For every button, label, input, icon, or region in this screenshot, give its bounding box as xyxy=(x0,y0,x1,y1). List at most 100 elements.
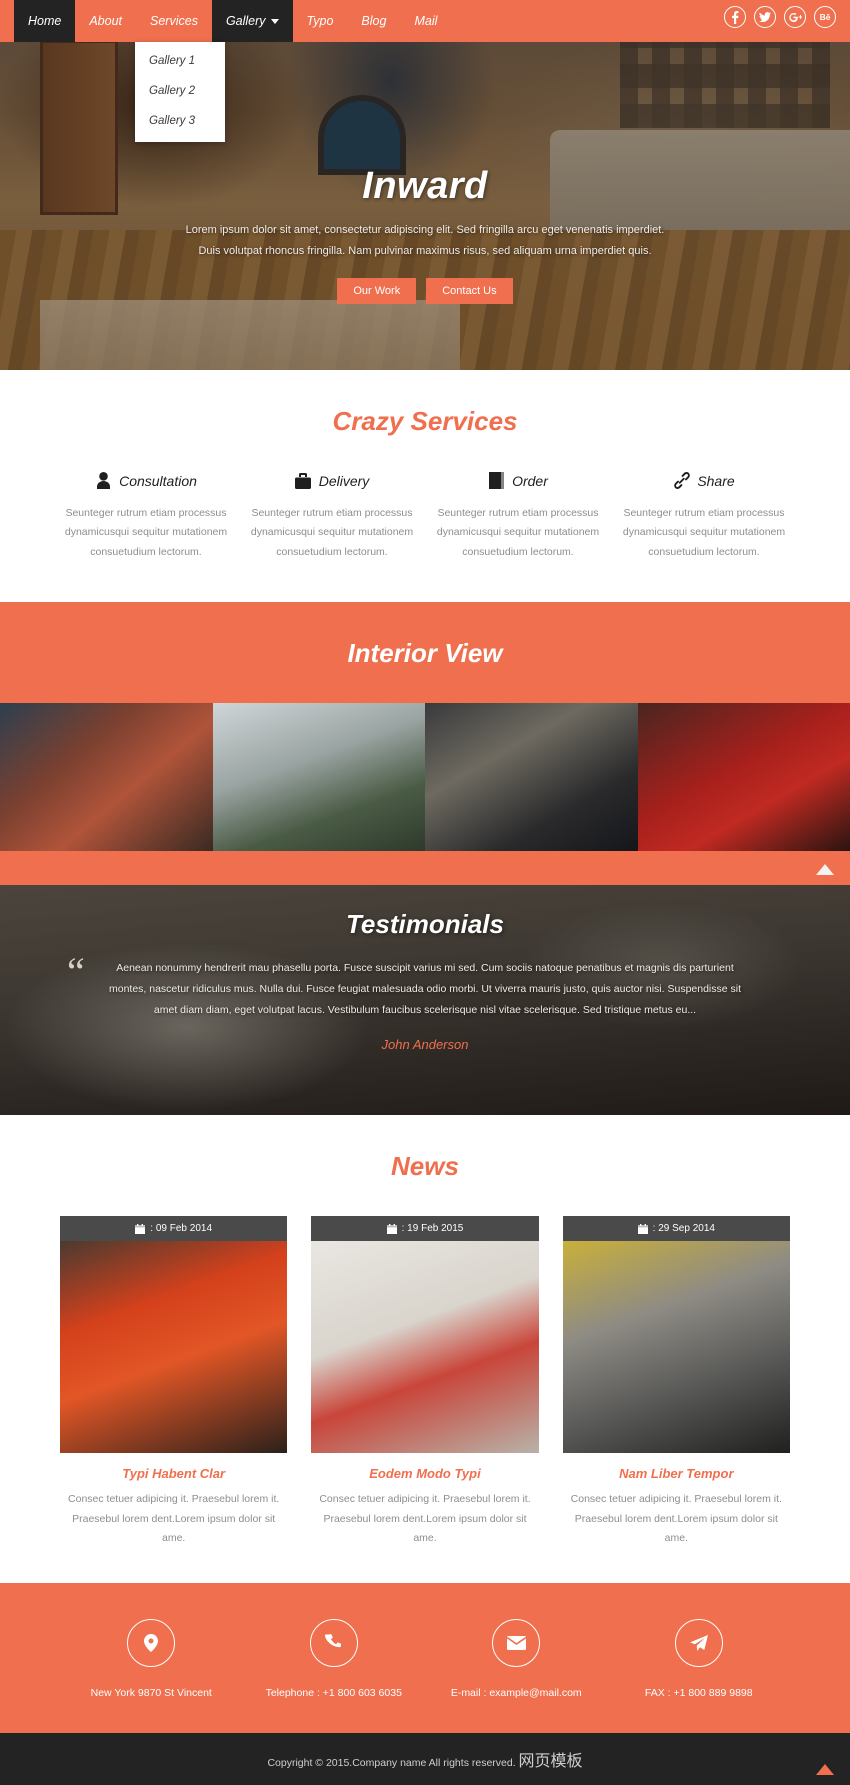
scroll-to-top-button[interactable] xyxy=(816,864,834,875)
news-card-title[interactable]: Typi Habent Clar xyxy=(60,1466,287,1481)
nav-item-home[interactable]: Home xyxy=(14,0,75,42)
nav-item-services[interactable]: Services xyxy=(136,0,212,42)
interior-gallery xyxy=(0,703,850,851)
testimonial-quote-text: Aenean nonummy hendrerit mau phasellu po… xyxy=(105,958,745,1021)
link-icon xyxy=(673,471,690,490)
hero-section: Home About Services Gallery Typo Blog xyxy=(0,0,850,370)
calendar-icon xyxy=(387,1224,397,1234)
top-navigation-bar: Home About Services Gallery Typo Blog xyxy=(0,0,850,42)
news-card: : 09 Feb 2014 Typi Habent Clar Consec te… xyxy=(60,1216,287,1548)
testimonial-quote-wrapper: “ Aenean nonummy hendrerit mau phasellu … xyxy=(105,958,745,1021)
contact-us-button[interactable]: Contact Us xyxy=(426,278,512,304)
footer-contact-address: New York 9870 St Vincent xyxy=(60,1619,243,1699)
location-pin-icon xyxy=(127,1619,175,1667)
social-links: Bē xyxy=(724,6,836,28)
news-card-list: : 09 Feb 2014 Typi Habent Clar Consec te… xyxy=(0,1216,850,1548)
interior-view-section: Interior View xyxy=(0,602,850,885)
news-card-image[interactable] xyxy=(563,1241,790,1453)
gallery-photo-1[interactable] xyxy=(0,703,213,851)
interior-view-footer-strip xyxy=(0,851,850,885)
footer-contact-email: E-mail : example@mail.com xyxy=(425,1619,608,1699)
news-card-image[interactable] xyxy=(311,1241,538,1453)
nav-item-mail[interactable]: Mail xyxy=(400,0,451,42)
services-list: Consultation Seunteger rutrum etiam proc… xyxy=(0,471,850,562)
nav-item-label: Typo xyxy=(307,14,334,28)
footer-email-text: E-mail : example@mail.com xyxy=(425,1687,608,1699)
gallery-photo-3[interactable] xyxy=(425,703,638,851)
phone-icon xyxy=(310,1619,358,1667)
nav-item-blog[interactable]: Blog xyxy=(347,0,400,42)
dropdown-item-gallery-2[interactable]: Gallery 2 xyxy=(135,76,225,106)
copyright-text: Copyright © 2015.Company name All rights… xyxy=(267,1757,518,1769)
footer-telephone-text: Telephone : +1 800 603 6035 xyxy=(243,1687,426,1699)
calendar-icon xyxy=(135,1224,145,1234)
news-card: : 29 Sep 2014 Nam Liber Tempor Consec te… xyxy=(563,1216,790,1548)
facebook-icon[interactable] xyxy=(724,6,746,28)
twitter-icon[interactable] xyxy=(754,6,776,28)
nav-item-label: Services xyxy=(150,14,198,28)
service-description: Seunteger rutrum etiam processus dynamic… xyxy=(432,504,604,562)
quote-mark-icon: “ xyxy=(67,952,85,992)
footer-contact-fax: FAX : +1 800 889 9898 xyxy=(608,1619,791,1699)
hero-buttons: Our Work Contact Us xyxy=(0,278,850,304)
hero-subtitle-line-1: Lorem ipsum dolor sit amet, consectetur … xyxy=(0,220,850,241)
paper-plane-icon xyxy=(675,1619,723,1667)
nav-item-typo[interactable]: Typo xyxy=(293,0,348,42)
interior-view-title: Interior View xyxy=(0,638,850,669)
service-header: Order xyxy=(432,471,604,490)
page-root: Home About Services Gallery Typo Blog xyxy=(0,0,850,1785)
news-card-date: : 29 Sep 2014 xyxy=(653,1223,715,1234)
main-nav: Home About Services Gallery Typo Blog xyxy=(0,0,850,42)
copyright-link[interactable]: 网页模板 xyxy=(519,1753,583,1770)
footer-contact-list: New York 9870 St Vincent Telephone : +1 … xyxy=(0,1619,850,1699)
news-card-text: Consec tetuer adipicing it. Praesebul lo… xyxy=(563,1490,790,1548)
copyright-bar: Copyright © 2015.Company name All rights… xyxy=(0,1733,850,1785)
testimonials-title: Testimonials xyxy=(0,909,850,940)
briefcase-icon xyxy=(295,471,312,490)
news-card-date-bar: : 09 Feb 2014 xyxy=(60,1216,287,1241)
footer-address-text: New York 9870 St Vincent xyxy=(60,1687,243,1699)
our-work-button[interactable]: Our Work xyxy=(337,278,416,304)
news-title: News xyxy=(0,1151,850,1182)
news-card-date: : 19 Feb 2015 xyxy=(402,1223,464,1234)
chevron-down-icon xyxy=(271,19,279,24)
news-card-image[interactable] xyxy=(60,1241,287,1453)
news-card-text: Consec tetuer adipicing it. Praesebul lo… xyxy=(60,1490,287,1548)
testimonials-content: Testimonials “ Aenean nonummy hendrerit … xyxy=(0,885,850,1052)
gallery-photo-2[interactable] xyxy=(213,703,426,851)
nav-item-label: Mail xyxy=(414,14,437,28)
service-name: Delivery xyxy=(319,473,370,489)
news-card-date: : 09 Feb 2014 xyxy=(150,1223,212,1234)
calendar-icon xyxy=(638,1224,648,1234)
service-name: Share xyxy=(697,473,734,489)
service-header: Share xyxy=(618,471,790,490)
service-name: Order xyxy=(512,473,548,489)
service-item-order: Order Seunteger rutrum etiam processus d… xyxy=(432,471,604,562)
service-description: Seunteger rutrum etiam processus dynamic… xyxy=(618,504,790,562)
footer-section: New York 9870 St Vincent Telephone : +1 … xyxy=(0,1583,850,1733)
nav-item-gallery[interactable]: Gallery xyxy=(212,0,293,42)
gallery-dropdown-menu: Gallery 1 Gallery 2 Gallery 3 xyxy=(135,42,225,142)
footer-contact-telephone: Telephone : +1 800 603 6035 xyxy=(243,1619,426,1699)
service-item-delivery: Delivery Seunteger rutrum etiam processu… xyxy=(246,471,418,562)
services-title: Crazy Services xyxy=(0,406,850,437)
news-card-title[interactable]: Nam Liber Tempor xyxy=(563,1466,790,1481)
envelope-icon xyxy=(492,1619,540,1667)
dropdown-item-gallery-3[interactable]: Gallery 3 xyxy=(135,106,225,136)
service-description: Seunteger rutrum etiam processus dynamic… xyxy=(60,504,232,562)
dropdown-item-gallery-1[interactable]: Gallery 1 xyxy=(135,46,225,76)
news-card-date-bar: : 19 Feb 2015 xyxy=(311,1216,538,1241)
hero-content: Inward Lorem ipsum dolor sit amet, conse… xyxy=(0,165,850,304)
service-item-share: Share Seunteger rutrum etiam processus d… xyxy=(618,471,790,562)
nav-item-label: Home xyxy=(28,14,61,28)
behance-icon[interactable]: Bē xyxy=(814,6,836,28)
service-name: Consultation xyxy=(119,473,197,489)
user-icon xyxy=(95,471,112,490)
scroll-to-top-button-bottom[interactable] xyxy=(816,1764,834,1775)
news-card-title[interactable]: Eodem Modo Typi xyxy=(311,1466,538,1481)
gallery-photo-4[interactable] xyxy=(638,703,850,851)
google-plus-icon[interactable] xyxy=(784,6,806,28)
hero-subtitle-line-2: Duis volutpat rhoncus fringilla. Nam pul… xyxy=(0,241,850,262)
nav-item-about[interactable]: About xyxy=(75,0,136,42)
nav-item-label: About xyxy=(89,14,122,28)
